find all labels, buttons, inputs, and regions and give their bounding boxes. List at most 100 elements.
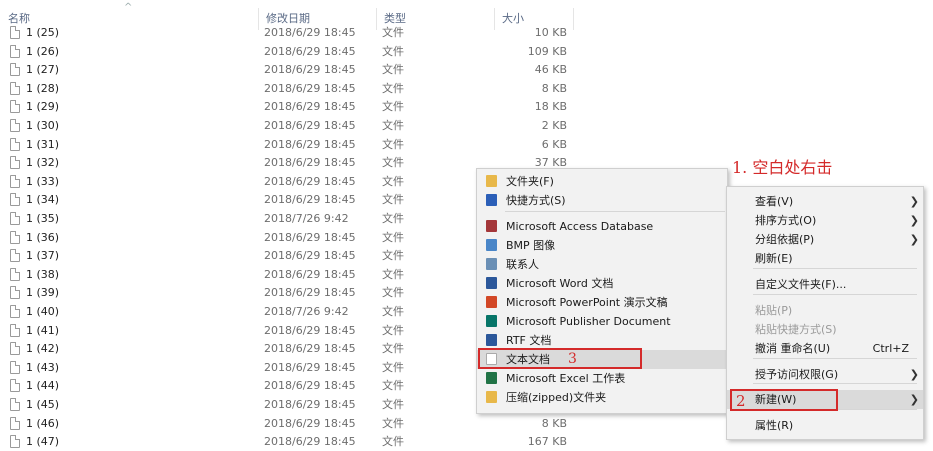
file-name: 1 (26) <box>26 44 60 58</box>
file-icon <box>10 286 20 300</box>
file-date: 2018/6/29 18:45 <box>264 119 356 132</box>
context-menu-item-label: 粘贴快捷方式(S) <box>755 323 837 336</box>
file-icon <box>10 416 20 430</box>
file-type: 文件 <box>382 100 404 114</box>
context-menu-item[interactable]: 粘贴快捷方式(S) <box>727 320 923 339</box>
file-icon <box>10 267 20 281</box>
file-type: 文件 <box>382 63 404 77</box>
chevron-right-icon: ❯ <box>909 368 919 381</box>
file-name: 1 (34) <box>26 193 60 207</box>
file-icon <box>10 230 20 244</box>
context-menu-item-label: 自定义文件夹(F)... <box>755 278 847 291</box>
context-menu-item-label: 授予访问权限(G) <box>755 368 839 381</box>
file-name: 1 (35) <box>26 212 60 225</box>
file-type: 文件 <box>382 156 404 170</box>
context-menu-item[interactable]: 刷新(E) <box>727 249 923 268</box>
context-menu-item[interactable]: 撤消 重命名(U) Ctrl+Z <box>727 339 923 358</box>
new-menu-item-label: 快捷方式(S) <box>506 194 566 207</box>
file-icon <box>10 342 20 356</box>
file-date: 2018/6/29 18:45 <box>264 44 356 58</box>
file-name: 1 (40) <box>26 305 60 318</box>
file-name: 1 (39) <box>26 286 60 300</box>
file-icon <box>10 137 20 151</box>
step1-annotation: 1. 空白处右击 <box>732 158 833 177</box>
file-row[interactable]: 1 (27) 2018/6/29 18:45 文件 46 KB <box>0 61 574 79</box>
file-name: 1 (45) <box>26 398 60 411</box>
new-menu-item[interactable]: 文件夹(F) <box>477 172 727 191</box>
context-menu-item[interactable]: 属性(R) <box>727 416 923 435</box>
file-date: 2018/6/29 18:45 <box>264 63 356 77</box>
file-size: 10 KB <box>534 26 567 39</box>
file-icon <box>10 398 20 411</box>
file-date: 2018/7/26 9:42 <box>264 305 349 318</box>
file-icon <box>10 305 20 318</box>
file-name: 1 (42) <box>26 342 60 356</box>
file-row[interactable]: 1 (47) 2018/6/29 18:45 文件 167 KB <box>0 433 574 451</box>
shortcut-icon <box>486 194 497 206</box>
file-row[interactable]: 1 (25) 2018/6/29 18:45 文件 10 KB <box>0 24 574 42</box>
file-type: 文件 <box>382 81 404 95</box>
file-type: 文件 <box>382 435 404 449</box>
new-menu-item[interactable]: BMP 图像 <box>477 236 727 255</box>
context-menu-item[interactable]: 查看(V) ❯ <box>727 192 923 211</box>
new-menu-item[interactable]: Microsoft Word 文档 <box>477 274 727 293</box>
new-menu-item-label: 文件夹(F) <box>506 175 554 188</box>
menu-separator <box>753 294 917 295</box>
file-name: 1 (38) <box>26 267 60 281</box>
new-menu-item-label: 联系人 <box>506 258 539 271</box>
new-menu-item-label: 压缩(zipped)文件夹 <box>506 391 607 404</box>
access-icon <box>486 220 497 232</box>
new-menu-item-label: Microsoft Publisher Document <box>506 315 671 328</box>
rtf-icon <box>486 334 497 346</box>
file-date: 2018/7/26 9:42 <box>264 212 349 225</box>
file-name: 1 (32) <box>26 156 60 170</box>
chevron-right-icon: ❯ <box>909 233 919 246</box>
new-menu-item-label: Microsoft Access Database <box>506 220 654 233</box>
file-name: 1 (33) <box>26 174 60 188</box>
file-row[interactable]: 1 (26) 2018/6/29 18:45 文件 109 KB <box>0 43 574 61</box>
context-menu-item-label: 属性(R) <box>755 419 794 432</box>
file-icon <box>10 100 20 114</box>
file-row[interactable]: 1 (28) 2018/6/29 18:45 文件 8 KB <box>0 80 574 98</box>
context-menu-item[interactable]: 自定义文件夹(F)... <box>727 275 923 294</box>
context-menu-item[interactable]: 粘贴(P) <box>727 301 923 320</box>
context-menu-item-label: 撤消 重命名(U) <box>755 342 831 355</box>
context-menu-item[interactable]: 授予访问权限(G) ❯ <box>727 365 923 384</box>
file-type: 文件 <box>382 174 404 188</box>
file-row[interactable]: 1 (30) 2018/6/29 18:45 文件 2 KB <box>0 117 574 135</box>
new-menu-item[interactable]: Microsoft Access Database <box>477 217 727 236</box>
menu-separator <box>753 268 917 269</box>
file-name: 1 (27) <box>26 63 60 77</box>
menu-separator <box>753 358 917 359</box>
file-row[interactable]: 1 (46) 2018/6/29 18:45 文件 8 KB <box>0 415 574 433</box>
file-size: 18 KB <box>534 100 567 114</box>
file-date: 2018/6/29 18:45 <box>264 193 356 207</box>
new-submenu: 文件夹(F) 快捷方式(S) Microsoft Access Database BM… <box>476 168 728 414</box>
file-icon <box>10 193 20 207</box>
chevron-right-icon: ❯ <box>909 214 919 227</box>
file-icon <box>10 63 20 77</box>
new-menu-item[interactable]: 压缩(zipped)文件夹 <box>477 388 727 407</box>
context-menu-item-label: 排序方式(O) <box>755 214 817 227</box>
new-menu-item[interactable]: Microsoft Excel 工作表 <box>477 369 727 388</box>
file-icon <box>10 119 20 132</box>
context-menu-item[interactable]: 排序方式(O) ❯ <box>727 211 923 230</box>
file-row[interactable]: 1 (31) 2018/6/29 18:45 文件 6 KB <box>0 136 574 154</box>
file-type: 文件 <box>382 44 404 58</box>
menu-separator <box>505 211 725 212</box>
file-size: 8 KB <box>541 416 567 430</box>
file-icon <box>10 26 20 39</box>
file-date: 2018/6/29 18:45 <box>264 286 356 300</box>
file-row[interactable]: 1 (29) 2018/6/29 18:45 文件 18 KB <box>0 98 574 116</box>
publisher-icon <box>486 315 497 327</box>
file-name: 1 (29) <box>26 100 60 114</box>
file-type: 文件 <box>382 119 404 132</box>
file-type: 文件 <box>382 286 404 300</box>
new-menu-item[interactable]: Microsoft PowerPoint 演示文稿 <box>477 293 727 312</box>
context-menu-item[interactable]: 分组依据(P) ❯ <box>727 230 923 249</box>
new-menu-item[interactable]: 快捷方式(S) <box>477 191 727 210</box>
new-menu-item[interactable]: 联系人 <box>477 255 727 274</box>
file-type: 文件 <box>382 416 404 430</box>
new-menu-item[interactable]: Microsoft Publisher Document <box>477 312 727 331</box>
context-menu-item-label: 粘贴(P) <box>755 304 793 317</box>
